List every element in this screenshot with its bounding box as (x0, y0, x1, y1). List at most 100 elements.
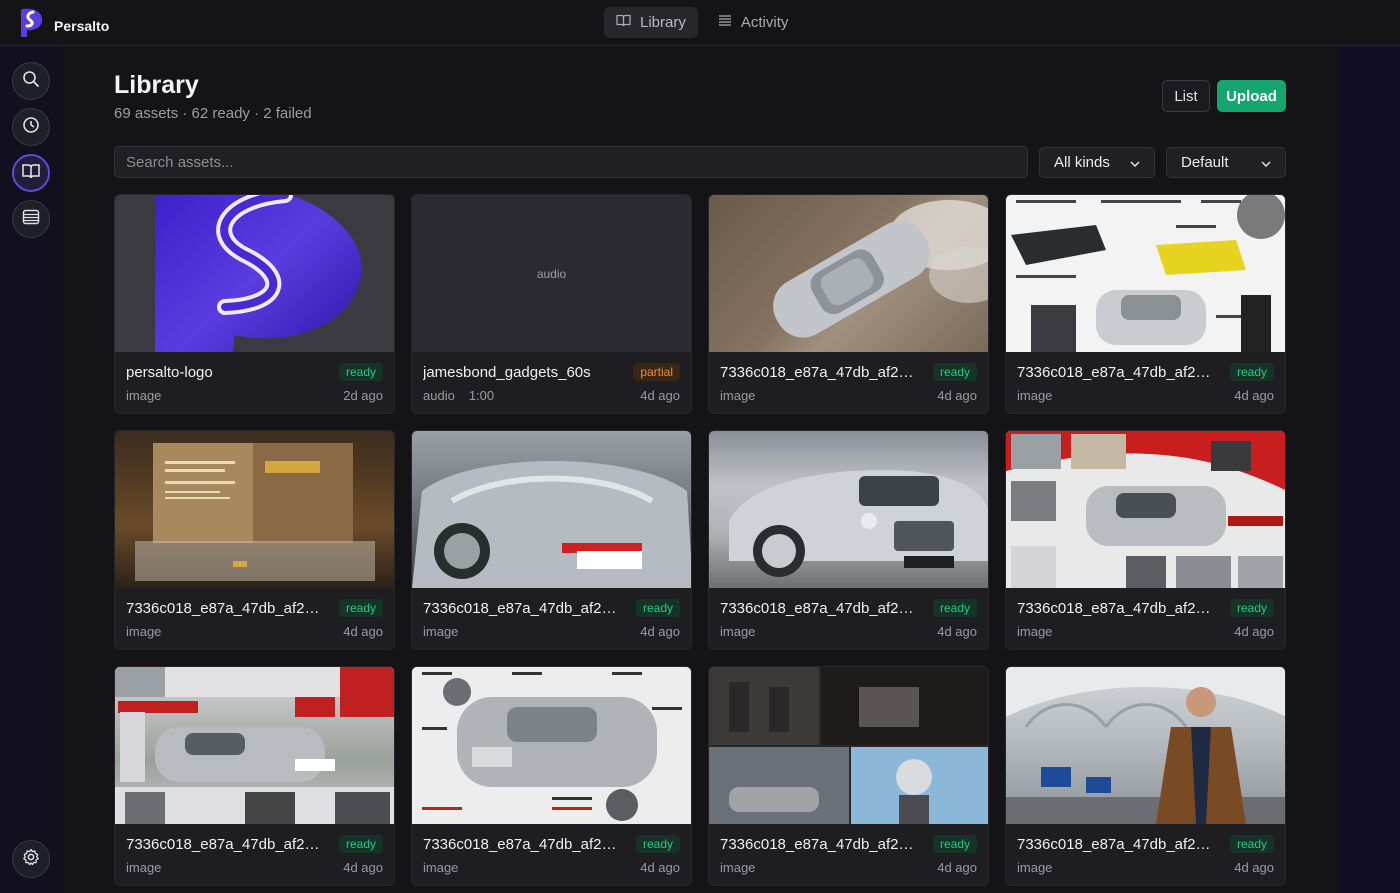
asset-age: 4d ago (1234, 624, 1274, 639)
gear-icon (22, 848, 40, 871)
asset-thumbnail (412, 431, 691, 588)
chevron-down-icon (1130, 154, 1140, 171)
asset-card[interactable]: 7336c018_e87a_47db_af2e_2... ready image… (1005, 430, 1286, 650)
asset-age: 4d ago (640, 624, 680, 639)
audio-placeholder: audio (412, 195, 691, 352)
asset-duration: 1:00 (468, 388, 495, 403)
asset-card[interactable]: 7336c018_e87a_47db_af2e_2... ready image… (708, 430, 989, 650)
status-badge: ready (338, 835, 383, 853)
asset-name: jamesbond_gadgets_60s (423, 363, 591, 381)
asset-card[interactable]: 7336c018_e87a_47db_af2e_2... ready image… (411, 666, 692, 886)
asset-card[interactable]: 7336c018_e87a_47db_af2e_2... ready image… (1005, 194, 1286, 414)
rail-library-button[interactable] (12, 154, 50, 192)
asset-kind: image (423, 860, 459, 875)
tab-activity-label: Activity (740, 14, 789, 31)
asset-kind: image (1017, 388, 1053, 403)
asset-age: 4d ago (343, 624, 383, 639)
asset-age: 4d ago (1234, 860, 1274, 875)
asset-thumbnail (709, 195, 988, 352)
status-badge: ready (338, 363, 383, 381)
brand[interactable]: Persalto (18, 7, 109, 44)
tab-library[interactable]: Library (604, 7, 698, 38)
list-icon (718, 14, 732, 31)
book-icon (22, 163, 40, 184)
asset-kind: image (126, 388, 162, 403)
asset-name: persalto-logo (126, 363, 213, 381)
app-name: Persalto (54, 17, 110, 34)
asset-card[interactable]: 7336c018_e87a_47db_af2e_2... ready image… (708, 666, 989, 886)
asset-name: 7336c018_e87a_47db_af2e_2... (126, 599, 326, 617)
book-icon (616, 14, 631, 31)
asset-age: 4d ago (937, 860, 977, 875)
stack-icon (22, 209, 40, 230)
status-badge: ready (1229, 363, 1274, 381)
asset-name: 7336c018_e87a_47db_af2e_2... (1017, 835, 1217, 853)
sort-value: Default (1181, 154, 1229, 171)
chevron-down-icon (1261, 154, 1271, 171)
asset-name: 7336c018_e87a_47db_af2e_2... (423, 835, 623, 853)
asset-grid: persalto-logo ready image 2d ago audio j… (114, 194, 1286, 886)
asset-summary: 69 assets · 62 ready · 2 failed (114, 105, 312, 122)
asset-name: 7336c018_e87a_47db_af2e_2... (423, 599, 623, 617)
status-badge: ready (932, 835, 977, 853)
kind-filter-select[interactable]: All kinds (1039, 147, 1155, 178)
asset-card[interactable]: 7336c018_e87a_47db_af2e_2... ready image… (114, 430, 395, 650)
asset-thumbnail (412, 667, 691, 824)
asset-name: 7336c018_e87a_47db_af2e_2... (720, 835, 920, 853)
asset-card[interactable]: 7336c018_e87a_47db_af2e_2... ready image… (411, 430, 692, 650)
asset-age: 4d ago (937, 388, 977, 403)
asset-kind: audio (423, 388, 455, 403)
asset-thumbnail (115, 431, 394, 588)
kind-filter-value: All kinds (1054, 154, 1110, 171)
asset-thumbnail (115, 667, 394, 824)
asset-age: 4d ago (343, 860, 383, 875)
asset-thumbnail (1006, 195, 1285, 352)
search-input[interactable] (114, 146, 1028, 178)
asset-age: 4d ago (1234, 388, 1274, 403)
asset-kind: image (720, 624, 756, 639)
top-bar: Persalto Library Activity (0, 0, 1400, 46)
page-title: Library (114, 71, 199, 99)
rail-history-button[interactable] (12, 108, 50, 146)
library-panel: Library 69 assets · 62 ready · 2 failed … (62, 46, 1339, 893)
asset-card[interactable]: 7336c018_e87a_47db_af2e_2... ready image… (1005, 666, 1286, 886)
asset-card[interactable]: 7336c018_e87a_47db_af2e_2... ready image… (114, 666, 395, 886)
settings-button[interactable] (12, 840, 50, 878)
asset-name: 7336c018_e87a_47db_af2e_2... (720, 363, 920, 381)
status-badge: partial (633, 363, 680, 381)
upload-button[interactable]: Upload (1217, 80, 1286, 112)
asset-card[interactable]: persalto-logo ready image 2d ago (114, 194, 395, 414)
asset-name: 7336c018_e87a_47db_af2e_2... (126, 835, 326, 853)
rail-stack-button[interactable] (12, 200, 50, 238)
asset-age: 2d ago (343, 388, 383, 403)
sort-select[interactable]: Default (1166, 147, 1286, 178)
asset-kind: image (720, 860, 756, 875)
right-gutter (1339, 46, 1400, 893)
persalto-logo-icon (18, 7, 44, 44)
asset-thumbnail (1006, 667, 1285, 824)
asset-kind: image (720, 388, 756, 403)
asset-age: 4d ago (937, 624, 977, 639)
asset-card[interactable]: 7336c018_e87a_47db_af2e_2... ready image… (708, 194, 989, 414)
asset-kind: image (423, 624, 459, 639)
status-badge: ready (932, 599, 977, 617)
top-nav: Library Activity (604, 7, 800, 38)
tab-activity[interactable]: Activity (706, 7, 801, 38)
asset-kind: image (1017, 624, 1053, 639)
list-view-button[interactable]: List (1162, 80, 1210, 112)
asset-name: 7336c018_e87a_47db_af2e_2... (1017, 363, 1217, 381)
search-icon (22, 70, 40, 93)
status-badge: ready (635, 599, 680, 617)
clock-icon (22, 116, 40, 139)
status-badge: ready (1229, 835, 1274, 853)
status-badge: ready (635, 835, 680, 853)
status-badge: ready (932, 363, 977, 381)
asset-card[interactable]: audio jamesbond_gadgets_60s partial audi… (411, 194, 692, 414)
rail-search-button[interactable] (12, 62, 50, 100)
asset-name: 7336c018_e87a_47db_af2e_2... (720, 599, 920, 617)
asset-thumbnail (115, 195, 394, 352)
tab-library-label: Library (640, 14, 686, 31)
asset-name: 7336c018_e87a_47db_af2e_2... (1017, 599, 1217, 617)
left-rail (0, 46, 62, 893)
asset-kind: image (126, 860, 162, 875)
